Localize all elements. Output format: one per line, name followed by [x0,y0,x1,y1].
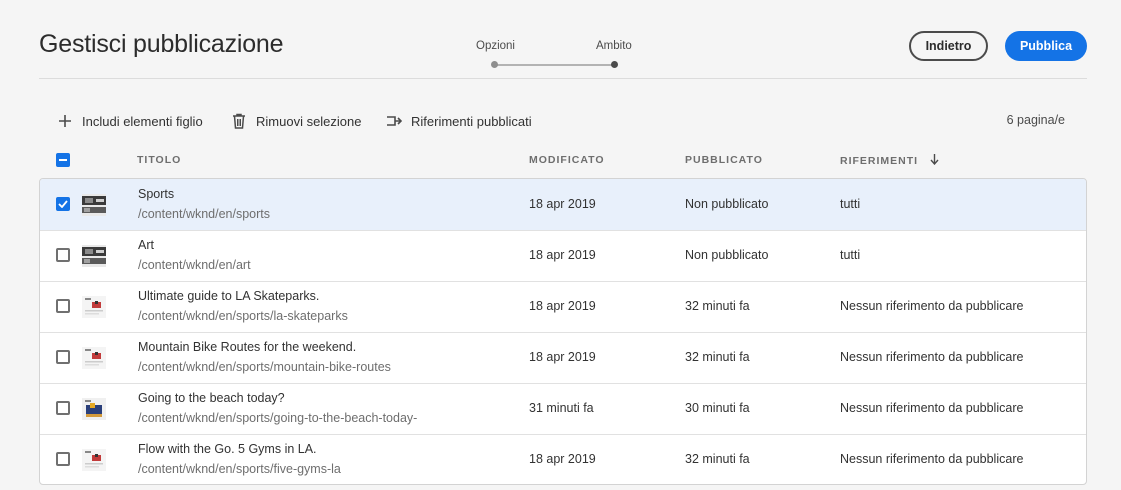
select-all-checkbox[interactable] [56,153,70,167]
row-title: Mountain Bike Routes for the weekend. [138,340,357,354]
row-path: /content/wknd/en/sports/la-skateparks [138,309,348,323]
page-thumbnail [82,347,106,369]
row-references: Nessun riferimento da pubblicare [840,401,1024,415]
row-checkbox[interactable] [56,452,70,466]
row-references: Nessun riferimento da pubblicare [840,452,1024,466]
page-count: 6 pagina/e [1006,113,1065,127]
back-button[interactable]: Indietro [909,31,988,61]
row-modified: 18 apr 2019 [529,452,596,466]
row-title: Ultimate guide to LA Skateparks. [138,289,320,303]
row-title: Going to the beach today? [138,391,285,405]
row-published: 32 minuti fa [685,350,750,364]
row-modified: 18 apr 2019 [529,350,596,364]
table-row[interactable]: Ultimate guide to LA Skateparks. /content… [40,281,1086,333]
row-references: tutti [840,248,861,262]
row-published: Non pubblicato [685,248,769,262]
step-options-dot [491,61,498,68]
row-path: /content/wknd/en/sports/five-gyms-la [138,462,341,476]
include-children-label: Includi elementi figlio [82,113,203,129]
row-modified: 18 apr 2019 [529,197,596,211]
page-thumbnail [82,194,106,216]
row-references: tutti [840,197,861,211]
step-options-label: Opzioni [476,40,515,52]
remove-selection-label: Rimuovi selezione [256,113,362,129]
stepper-line [495,64,615,66]
publish-button[interactable]: Pubblica [1005,31,1087,61]
column-header-references-label: RIFERIMENTI [840,155,919,167]
add-icon [57,113,73,129]
row-title: Flow with the Go. 5 Gyms in LA. [138,442,317,456]
published-references-button[interactable]: Riferimenti pubblicati [386,110,532,132]
row-checkbox[interactable] [56,299,70,313]
table-row[interactable]: Flow with the Go. 5 Gyms in LA. /content/… [40,434,1086,484]
row-title: Art [138,238,154,252]
row-references: Nessun riferimento da pubblicare [840,350,1024,364]
row-modified: 31 minuti fa [529,401,594,415]
row-path: /content/wknd/en/art [138,258,251,272]
table-row[interactable]: Going to the beach today? /content/wknd/e… [40,383,1086,435]
row-checkbox[interactable] [56,197,70,211]
page-thumbnail [82,449,106,471]
sort-descending-icon [930,154,939,168]
header-divider [39,78,1087,79]
column-header-references[interactable]: RIFERIMENTI [840,154,939,168]
delete-icon [231,113,247,129]
published-references-label: Riferimenti pubblicati [411,113,532,129]
row-published: Non pubblicato [685,197,769,211]
step-scope-dot [611,61,618,68]
row-checkbox[interactable] [56,350,70,364]
table-row[interactable]: Art/content/wknd/en/art 18 apr 2019 Non pu… [40,230,1086,282]
references-icon [386,113,402,129]
table-row[interactable]: Sports/content/wknd/en/sports 18 apr 2019… [40,179,1086,231]
row-path: /content/wknd/en/sports [138,207,271,221]
row-title: Sports [138,187,175,201]
row-checkbox[interactable] [56,401,70,415]
row-checkbox[interactable] [56,248,70,262]
include-children-button[interactable]: Includi elementi figlio [57,110,203,132]
remove-selection-button[interactable]: Rimuovi selezione [231,110,362,132]
step-scope-label: Ambito [596,40,632,52]
table-row[interactable]: Mountain Bike Routes for the weekend. /co… [40,332,1086,384]
page-thumbnail [82,245,106,267]
row-path: /content/wknd/en/sports/going-to-the-bea… [138,411,418,425]
wizard-stepper: Opzioni Ambito [470,38,640,72]
row-path: /content/wknd/en/sports/mountain-bike-ro… [138,360,391,374]
row-references: Nessun riferimento da pubblicare [840,299,1024,313]
row-modified: 18 apr 2019 [529,299,596,313]
page-thumbnail [82,398,106,420]
pages-table: Sports/content/wknd/en/sports 18 apr 2019… [39,178,1087,485]
row-published: 30 minuti fa [685,401,750,415]
page-thumbnail [82,296,106,318]
row-modified: 18 apr 2019 [529,248,596,262]
row-published: 32 minuti fa [685,299,750,313]
column-header-title[interactable]: TITOLO [137,154,181,166]
column-header-modified[interactable]: MODIFICATO [529,154,605,166]
column-header-published[interactable]: PUBBLICATO [685,154,763,166]
page-title: Gestisci pubblicazione [39,30,284,58]
row-published: 32 minuti fa [685,452,750,466]
